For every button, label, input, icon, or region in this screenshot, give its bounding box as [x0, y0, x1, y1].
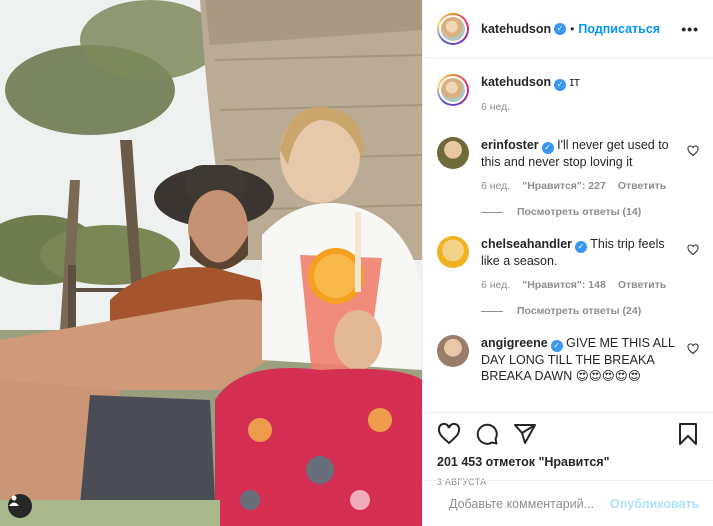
instagram-post: katehudson ✓ • Подписаться ••• katehudso… [0, 0, 713, 526]
comment-time[interactable]: 6 нед. [481, 279, 510, 291]
header-separator: • [570, 21, 575, 36]
verified-icon: ✓ [541, 142, 554, 154]
comment-likes[interactable]: "Нравится": 227 [522, 180, 606, 192]
share-icon[interactable] [513, 422, 537, 446]
follow-button[interactable]: Подписаться [578, 22, 660, 36]
view-replies-label: Посмотреть ответы (24) [517, 305, 642, 317]
likes-count[interactable]: 201 453 отметок "Нравится" [437, 455, 699, 469]
more-options-icon[interactable]: ••• [681, 21, 699, 37]
comment-input[interactable] [449, 496, 610, 511]
publish-button[interactable]: Опубликовать [610, 497, 699, 511]
caption-username[interactable]: katehudson [481, 75, 551, 89]
heart-icon[interactable] [687, 343, 699, 355]
comment-username[interactable]: angigreene [481, 336, 548, 350]
post-photo[interactable] [0, 0, 422, 526]
commenter-avatar[interactable] [437, 236, 469, 268]
commenter-avatar[interactable] [437, 137, 469, 169]
heart-icon[interactable] [687, 145, 699, 157]
verified-icon: ✓ [554, 79, 567, 91]
caption: katehudson ✓ ɪт 6 нед. [437, 74, 699, 113]
comment-likes[interactable]: "Нравится": 148 [522, 279, 606, 291]
comment-item: erinfoster ✓ I'll never get used to this … [437, 137, 699, 192]
view-replies-button[interactable]: Посмотреть ответы (14) [481, 206, 699, 218]
author-avatar[interactable] [437, 12, 469, 45]
post-header: katehudson ✓ • Подписаться ••• [423, 0, 713, 58]
verified-icon: ✓ [550, 340, 563, 352]
view-replies-label: Посмотреть ответы (14) [517, 206, 642, 218]
user-icon [9, 495, 19, 506]
comment-time[interactable]: 6 нед. [481, 180, 510, 192]
verified-icon: ✓ [575, 241, 588, 253]
add-comment-bar: Опубликовать [423, 480, 713, 526]
commenter-avatar[interactable] [437, 335, 469, 367]
photo-illustration [0, 0, 422, 526]
post-side-panel: katehudson ✓ • Подписаться ••• katehudso… [422, 0, 713, 526]
caption-text: ɪт [569, 75, 580, 89]
comment-item: angigreene ✓ GIVE ME THIS ALL DAY LONG TI… [437, 335, 699, 384]
comment-icon[interactable] [475, 422, 499, 446]
comment-item: chelseahandler ✓ This trip feels like a s… [437, 236, 699, 291]
comment-username[interactable]: chelseahandler [481, 237, 572, 251]
caption-time[interactable]: 6 нед. [481, 101, 510, 113]
caption-avatar[interactable] [437, 74, 469, 106]
verified-icon: ✓ [554, 22, 567, 35]
heart-icon[interactable] [437, 422, 461, 446]
heart-icon[interactable] [687, 244, 699, 256]
reply-button[interactable]: Ответить [618, 279, 667, 291]
comment-username[interactable]: erinfoster [481, 138, 539, 152]
reply-button[interactable]: Ответить [618, 180, 667, 192]
post-actions: 201 453 отметок "Нравится" 3 АВГУСТА [423, 412, 713, 487]
comments-list[interactable]: katehudson✓ ɪт 6 нед. erinfoster✓ I'll [423, 58, 713, 412]
author-username[interactable]: katehudson [481, 22, 551, 36]
view-replies-button[interactable]: Посмотреть ответы (24) [481, 305, 699, 317]
tagged-users-button[interactable] [8, 494, 32, 518]
bookmark-icon[interactable] [677, 422, 699, 446]
